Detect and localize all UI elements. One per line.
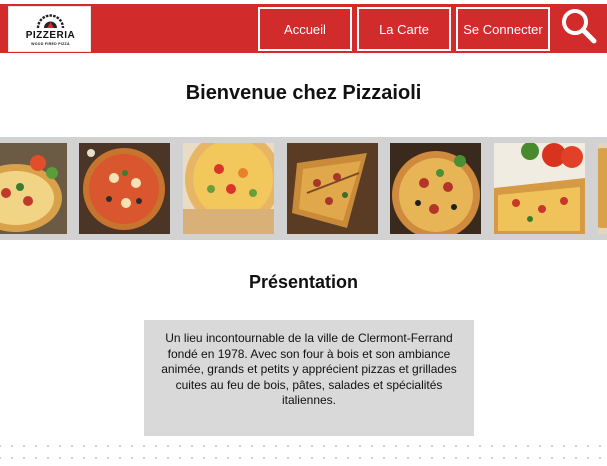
gallery-photo[interactable] bbox=[183, 143, 274, 234]
top-navbar: PIZZERIA WOOD FIRED PIZZA Accueil La Car… bbox=[0, 4, 607, 53]
presentation-text: Un lieu incontournable de la ville de Cl… bbox=[161, 331, 457, 407]
pizza-gallery[interactable] bbox=[0, 137, 607, 240]
logo-sub-text: WOOD FIRED PIZZA bbox=[31, 42, 70, 46]
gallery-photo[interactable] bbox=[287, 143, 378, 234]
page-title: Bienvenue chez Pizzaioli bbox=[185, 82, 422, 104]
gallery-photo[interactable] bbox=[0, 143, 67, 234]
search-icon bbox=[562, 8, 597, 43]
nav-login-button[interactable]: Se Connecter bbox=[456, 7, 550, 51]
gallery-photo[interactable] bbox=[598, 143, 607, 234]
search-button[interactable] bbox=[558, 6, 600, 50]
gallery-photo[interactable] bbox=[494, 143, 585, 234]
gallery-photo[interactable] bbox=[390, 143, 481, 234]
gallery-photo[interactable] bbox=[79, 143, 170, 234]
presentation-title: Présentation bbox=[248, 272, 359, 292]
nav-home-button[interactable]: Accueil bbox=[258, 7, 352, 51]
logo-main-text: PIZZERIA bbox=[25, 30, 76, 41]
nav-menu-button[interactable]: La Carte bbox=[357, 7, 451, 51]
presentation-card: Un lieu incontournable de la ville de Cl… bbox=[144, 320, 474, 436]
pizzeria-logo[interactable]: PIZZERIA WOOD FIRED PIZZA bbox=[8, 6, 91, 52]
oven-arch-icon bbox=[36, 14, 65, 29]
decorative-dot-pattern bbox=[0, 440, 607, 466]
